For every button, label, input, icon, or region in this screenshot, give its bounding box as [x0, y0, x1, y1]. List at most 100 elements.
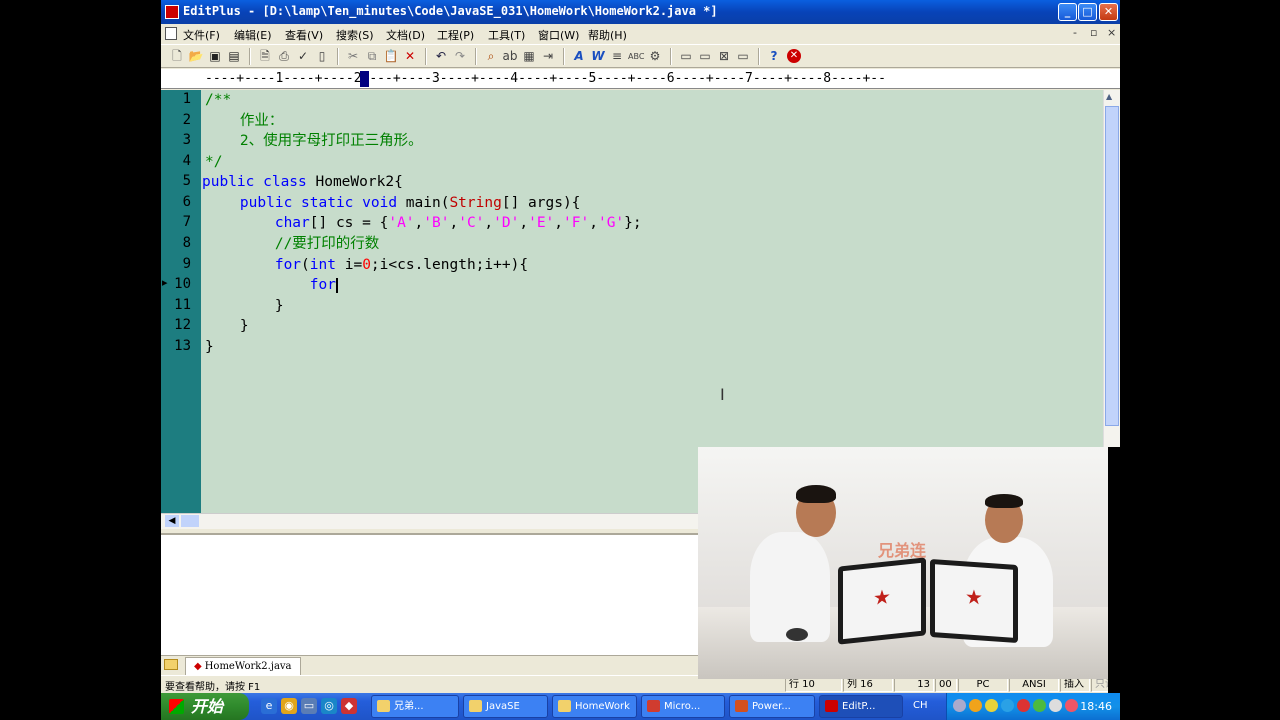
mouse	[786, 628, 808, 641]
laptop-left: ★	[838, 557, 926, 645]
editplus-app-icon[interactable]	[165, 5, 179, 19]
save-icon[interactable]: ▣	[207, 49, 223, 64]
menu-edit[interactable]: 编辑(E)	[234, 27, 272, 43]
star-logo-icon: ★	[965, 584, 983, 611]
task-folder-1[interactable]: 兄弟...	[371, 695, 459, 718]
open-folder-icon[interactable]: 📂	[188, 49, 204, 64]
menu-window[interactable]: 窗口(W)	[538, 27, 579, 43]
task-microsoft[interactable]: Micro...	[641, 695, 725, 718]
redo-icon[interactable]: ↷	[452, 49, 468, 64]
folder-icon	[558, 700, 571, 712]
cut-icon[interactable]: ✂	[345, 49, 361, 64]
tray-app-icon[interactable]	[969, 699, 982, 712]
menu-file[interactable]: 文件(F)	[183, 27, 220, 43]
doc-close-button[interactable]: ×	[1107, 26, 1116, 39]
tray-security-icon[interactable]	[1017, 699, 1030, 712]
scroll-up-icon[interactable]: ▲	[1106, 92, 1112, 101]
line-number: 5	[182, 173, 191, 189]
goto-line-icon[interactable]: ⇥	[540, 49, 556, 64]
paste-icon[interactable]: 📋	[383, 49, 399, 64]
tray-misc-icon[interactable]	[1065, 699, 1078, 712]
page-icon[interactable]: ▯	[314, 49, 330, 64]
menu-search[interactable]: 搜索(S)	[336, 27, 374, 43]
horizontal-scroll-thumb[interactable]	[181, 515, 199, 527]
font-icon[interactable]: A	[571, 49, 587, 64]
office-icon	[647, 700, 660, 712]
clock[interactable]: 18:46	[1080, 693, 1112, 720]
close-button[interactable]: ✕	[1099, 3, 1118, 21]
print-icon[interactable]: ⎙	[276, 49, 292, 64]
line-number: 11	[174, 297, 191, 313]
folder-icon[interactable]	[164, 659, 178, 670]
star-logo-icon: ★	[873, 584, 891, 611]
powerpoint-icon	[735, 700, 748, 712]
tray-network-icon[interactable]	[985, 699, 998, 712]
undo-icon[interactable]: ↶	[433, 49, 449, 64]
tray-shield-icon[interactable]	[1033, 699, 1046, 712]
vertical-scroll-thumb[interactable]	[1105, 106, 1119, 426]
replace-icon[interactable]: ab	[502, 49, 518, 64]
folder-icon	[377, 700, 390, 712]
help-icon[interactable]: ?	[766, 49, 782, 64]
line-number: 8	[182, 235, 191, 251]
char-literal: 'G'	[597, 215, 625, 231]
code-text-span: i=	[335, 257, 363, 273]
menu-document[interactable]: 文档(D)	[386, 27, 425, 43]
line-number: 7	[182, 214, 191, 230]
browser-icon[interactable]: ⊠	[716, 49, 732, 64]
browser-quicklaunch-icon[interactable]: ◎	[321, 698, 337, 714]
tray-arrow-icon[interactable]	[953, 699, 966, 712]
menu-help[interactable]: 帮助(H)	[588, 27, 627, 43]
find-icon[interactable]: ⌕	[483, 49, 499, 64]
task-folder-javase[interactable]: JavaSE	[463, 695, 548, 718]
task-powerpoint[interactable]: Power...	[729, 695, 815, 718]
output-window-icon[interactable]: ▭	[735, 49, 751, 64]
tray-qq-icon[interactable]	[1001, 699, 1014, 712]
cliptext-icon[interactable]: ▭	[678, 49, 694, 64]
preferences-icon[interactable]: ⚙	[647, 49, 663, 64]
title-bar[interactable]: EditPlus - [D:\lamp\Ten_minutes\Code\Jav…	[161, 0, 1120, 24]
minimize-button[interactable]: _	[1058, 3, 1077, 21]
scroll-left-icon[interactable]: ◀	[165, 515, 179, 527]
task-editplus[interactable]: EditP...	[819, 695, 903, 718]
save-all-icon[interactable]: ▤	[226, 49, 242, 64]
copy-icon[interactable]: ⧉	[364, 49, 380, 64]
directory-icon[interactable]: ▭	[697, 49, 713, 64]
file-tab-homework2[interactable]: ◆ HomeWork2.java	[185, 657, 301, 675]
keyword: char	[274, 215, 310, 231]
spellcheck-icon[interactable]: ✓	[295, 49, 311, 64]
start-button[interactable]: 开始	[161, 693, 249, 720]
desktop-quicklaunch-icon[interactable]: ▭	[301, 698, 317, 714]
tray-volume-icon[interactable]	[1049, 699, 1062, 712]
code-text-span: [] cs = {	[309, 215, 389, 231]
word-wrap-icon[interactable]: W	[590, 49, 606, 64]
code-text[interactable]: /** 作业： 2、使用字母打印正三角形。 */ public class Ho…	[202, 90, 642, 355]
find-in-files-icon[interactable]: ▦	[521, 49, 537, 64]
doc-minimize-button[interactable]: -	[1073, 26, 1077, 39]
file-tab-label: HomeWork2.java	[204, 661, 292, 672]
doc-restore-button[interactable]: ▫	[1090, 26, 1097, 39]
ie-quicklaunch-icon[interactable]: e	[261, 698, 277, 714]
code-line-11: }	[205, 298, 284, 314]
new-file-icon[interactable]: 🗋	[169, 49, 185, 64]
maximize-button[interactable]: □	[1078, 3, 1097, 21]
input-language[interactable]: CH	[913, 700, 928, 711]
menu-project[interactable]: 工程(P)	[437, 27, 474, 43]
code-line-7: char[] cs = {'A','B','C','D','E','F','G'…	[205, 213, 642, 233]
chrome-quicklaunch-icon[interactable]: ◉	[281, 698, 297, 714]
document-icon[interactable]	[165, 27, 177, 40]
app-quicklaunch-icon[interactable]: ◆	[341, 698, 357, 714]
print-preview-icon[interactable]: 🗎	[257, 49, 273, 64]
keyword: public class	[202, 174, 307, 190]
column-select-icon[interactable]: ABC	[628, 49, 644, 64]
menu-tools[interactable]: 工具(T)	[488, 27, 525, 43]
line-number: 13	[174, 338, 191, 354]
task-label: Power...	[752, 701, 791, 712]
line-number-icon[interactable]: ≡	[609, 49, 625, 64]
code-line-3: 2、使用字母打印正三角形。	[205, 133, 423, 149]
stop-icon[interactable]: ✕	[787, 49, 801, 63]
delete-icon[interactable]: ✕	[402, 49, 418, 64]
task-folder-homework[interactable]: HomeWork	[552, 695, 637, 718]
menu-view[interactable]: 查看(V)	[285, 27, 323, 43]
